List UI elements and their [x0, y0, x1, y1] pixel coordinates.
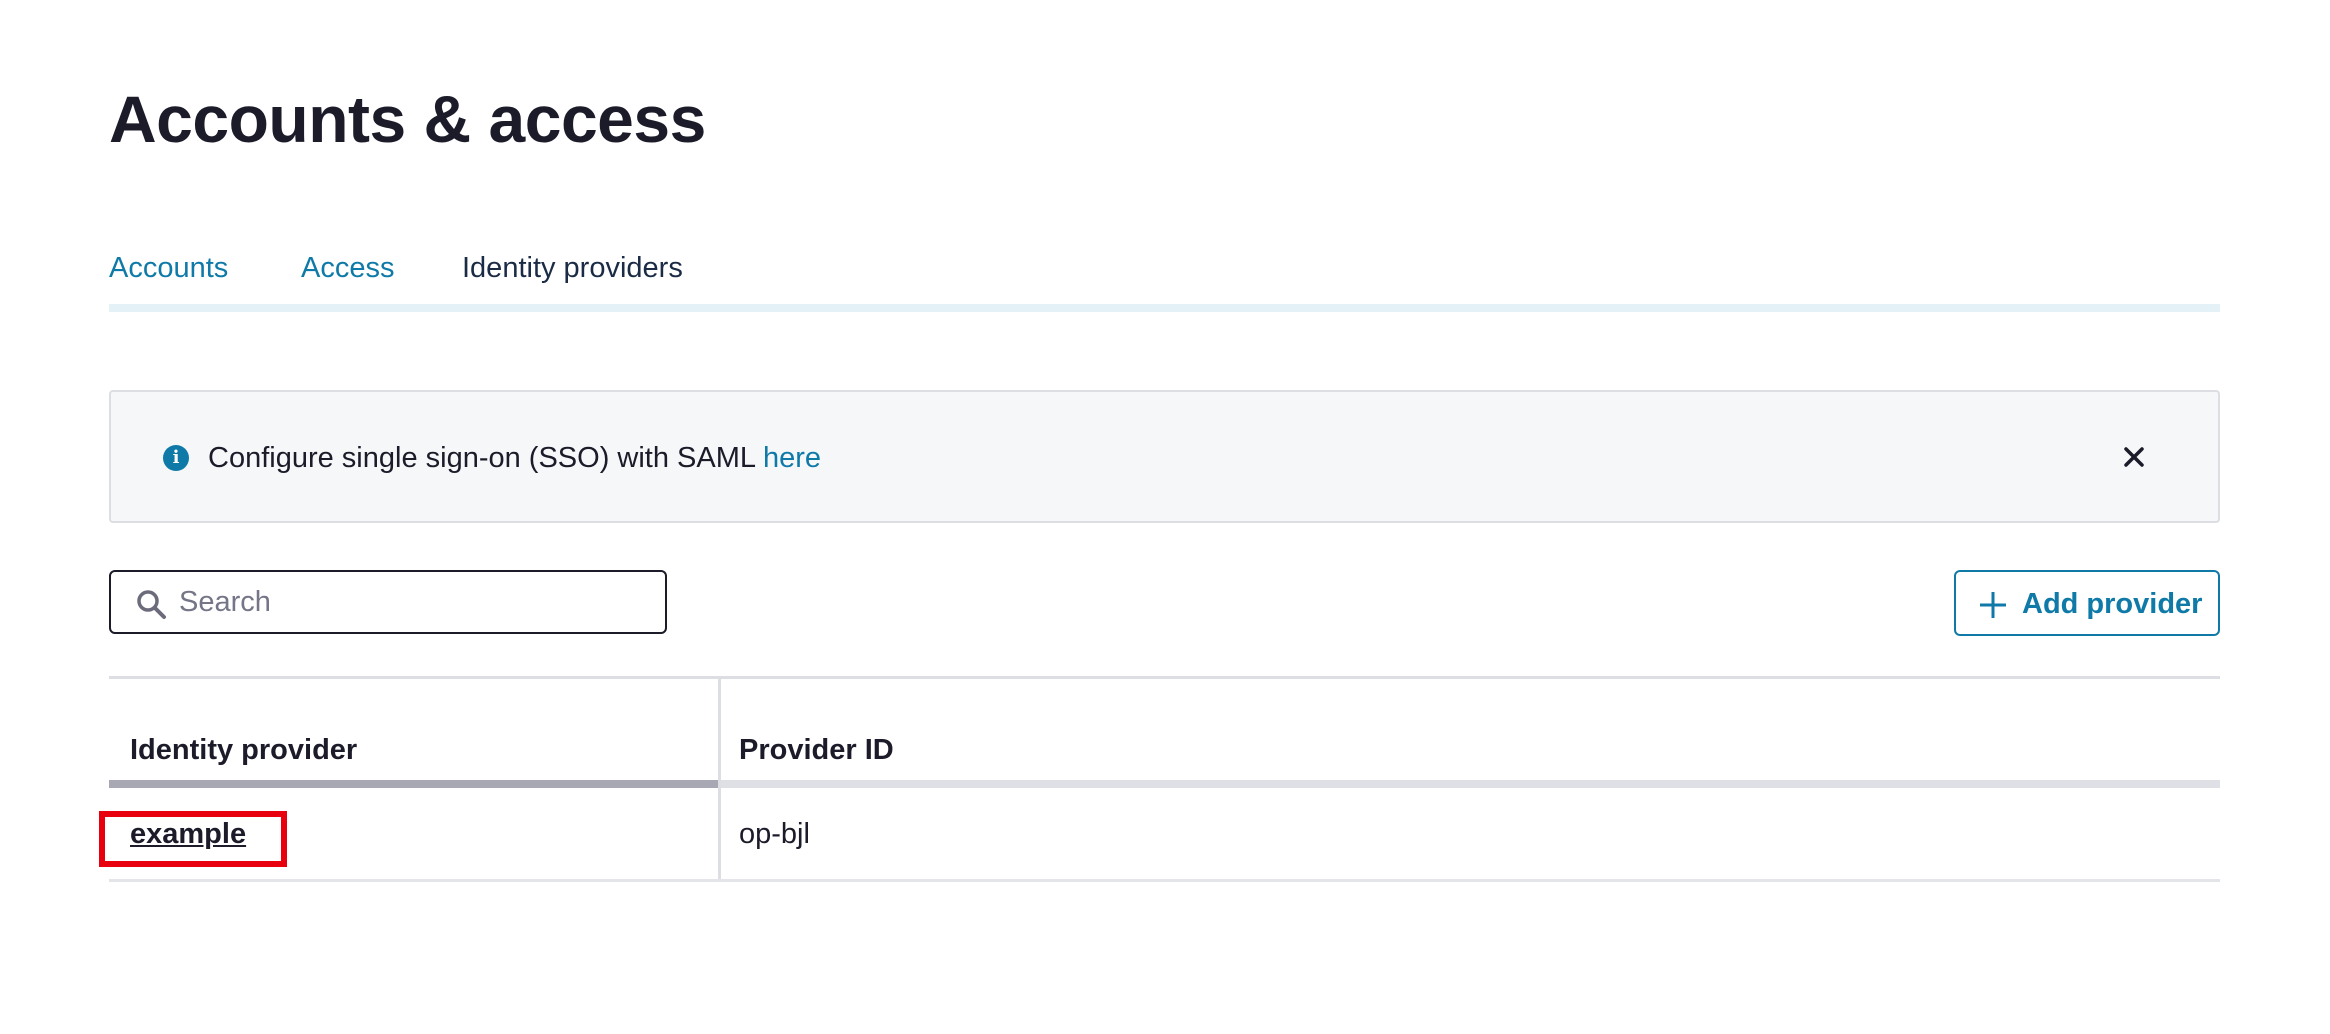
tab-identity-providers-label: Identity providers — [462, 252, 683, 284]
page: Accounts & access Accounts Access Identi… — [99, 0, 2220, 1034]
provider-id-cell: op-bjl — [739, 818, 810, 850]
search-input[interactable] — [179, 580, 649, 624]
add-provider-button[interactable]: Add provider — [1954, 570, 2220, 636]
close-icon[interactable] — [2116, 439, 2152, 475]
search-icon — [135, 588, 167, 620]
column-header-identity-provider[interactable]: Identity provider — [130, 730, 357, 770]
page-title: Accounts & access — [109, 82, 706, 156]
highlight-box — [99, 811, 287, 867]
header-bar — [721, 780, 2220, 788]
banner-text: Configure single sign-on (SSO) with SAML — [208, 442, 763, 474]
row-divider — [109, 879, 2220, 882]
tabs-track — [109, 304, 2220, 312]
table-top-rule — [109, 676, 2220, 679]
info-icon: i — [163, 445, 189, 471]
banner-message: Configure single sign-on (SSO) with SAML… — [208, 436, 821, 480]
tabs: Accounts Access Identity providers — [109, 240, 2220, 312]
tab-access[interactable]: Access — [301, 240, 401, 312]
tab-accounts[interactable]: Accounts — [109, 240, 239, 312]
sso-info-banner: i Configure single sign-on (SSO) with SA… — [109, 390, 2220, 523]
add-provider-label: Add provider — [2022, 588, 2203, 620]
tab-identity-providers[interactable]: Identity providers — [462, 240, 708, 312]
sort-indicator-bar — [109, 780, 718, 788]
column-divider — [718, 676, 721, 882]
plus-icon — [1978, 590, 2008, 620]
column-header-provider-id[interactable]: Provider ID — [739, 730, 894, 770]
banner-here-link[interactable]: here — [763, 442, 821, 474]
search-box[interactable] — [109, 570, 667, 634]
